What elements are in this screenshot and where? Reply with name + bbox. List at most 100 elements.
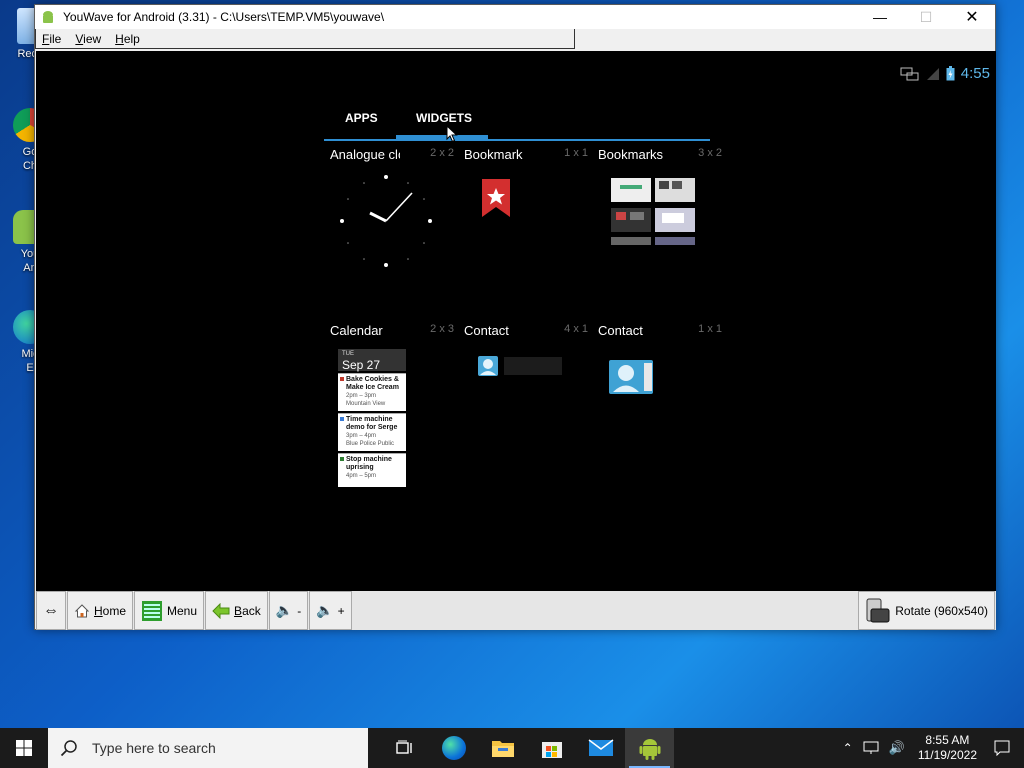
calendar-event: Time machine demo for Serge 3pm – 4pm Bl… (338, 413, 406, 451)
calendar-event: Stop machine uprising 4pm – 5pm (338, 453, 406, 487)
back-arrow-icon (212, 602, 230, 619)
tab-selected-indicator (396, 135, 488, 140)
menu-help[interactable]: Help (115, 32, 140, 46)
resize-arrows-button[interactable]: ⇔ (36, 591, 66, 630)
volume-up-label: + (337, 603, 345, 618)
mail-icon (588, 739, 613, 756)
menu-file[interactable]: File (42, 32, 61, 46)
menu-bar: File View Help (35, 29, 575, 49)
close-button[interactable]: ✕ (949, 5, 995, 29)
clock-icon (340, 175, 432, 267)
taskbar-search[interactable] (48, 728, 368, 768)
network-icon (900, 67, 919, 80)
back-button[interactable]: Back (205, 591, 268, 630)
event-place: Mountain View (346, 401, 386, 407)
android-icon (43, 11, 53, 23)
widget-calendar[interactable]: Calendar 2 x 3 TUE Sep 27 Bake Cookies &… (330, 323, 464, 487)
signal-icon (926, 67, 939, 80)
taskbar-edge[interactable] (429, 728, 478, 768)
speaker-icon: 🔈 (316, 602, 334, 618)
taskbar-file-explorer[interactable] (478, 728, 527, 768)
event-time: 4pm – 5pm (346, 473, 377, 479)
search-input[interactable] (92, 740, 342, 756)
widget-contact-4x1[interactable]: Contact 4 x 1 (464, 323, 598, 423)
windows-logo-icon (16, 740, 32, 756)
widget-size: 3 x 2 (698, 147, 722, 159)
task-view-button[interactable] (380, 728, 429, 768)
calendar-preview: TUE Sep 27 Bake Cookies & Make Ice Cream… (338, 349, 406, 487)
widget-name: Contact (598, 323, 643, 338)
widget-name: Calendar (330, 323, 383, 338)
clock-date: 11/19/2022 (917, 748, 977, 762)
back-label: Back (234, 603, 261, 618)
folder-icon (491, 741, 514, 757)
widget-size: 1 x 1 (698, 323, 722, 335)
maximize-button[interactable]: ☐ (903, 5, 949, 29)
calendar-header: TUE Sep 27 (338, 349, 406, 372)
event-time: 2pm – 3pm (346, 393, 377, 399)
search-icon (60, 740, 77, 757)
taskbar-clock[interactable]: 8:55 AM 11/19/2022 (918, 733, 977, 763)
widget-bookmark[interactable]: Bookmark 1 x 1 (464, 147, 598, 277)
taskbar: ⌃ 🔊 8:55 AM 11/19/2022 (0, 728, 1024, 768)
calendar-date: Sep 27 (342, 358, 381, 372)
event-title: Time machine demo for Serge (346, 416, 398, 431)
contact-icon (609, 360, 653, 394)
clock-time: 8:55 AM (925, 733, 970, 747)
event-place: Blue Police Public (346, 441, 395, 447)
volume-down-label: - (297, 603, 302, 618)
android-icon (639, 739, 660, 760)
volume-up-button[interactable]: 🔈 + (309, 591, 352, 630)
rotate-button[interactable]: Rotate (960x540) (858, 591, 995, 630)
start-button[interactable] (0, 728, 48, 768)
task-view-icon (395, 740, 412, 754)
widget-analogue-clock[interactable]: Analogue clo 2 x 2 (330, 147, 464, 277)
battery-icon (946, 66, 955, 81)
rotate-device-icon (866, 598, 890, 622)
contact-strip-icon (478, 356, 562, 376)
widget-contact-1x1[interactable]: Contact 1 x 1 (598, 323, 732, 423)
youwave-window: YouWave for Android (3.31) - C:\Users\TE… (34, 4, 996, 630)
menu-button[interactable]: Menu (134, 591, 205, 630)
volume-icon[interactable]: 🔊 (889, 740, 905, 756)
widget-size: 2 x 2 (430, 147, 454, 159)
taskbar-store[interactable] (527, 728, 576, 768)
mouse-cursor-icon (446, 125, 458, 143)
widget-name: Bookmarks (598, 147, 664, 162)
menu-label: Menu (167, 603, 198, 618)
rotate-label: Rotate (960x540) (895, 603, 988, 618)
store-icon (541, 742, 562, 758)
resize-arrows-icon: ⇔ (43, 601, 59, 619)
volume-down-button[interactable]: 🔈 - (268, 591, 309, 630)
edge-icon (441, 736, 466, 760)
home-label: Home (94, 603, 127, 618)
title-bar[interactable]: YouWave for Android (3.31) - C:\Users\TE… (35, 5, 995, 29)
widget-bookmarks[interactable]: Bookmarks 3 x 2 (598, 147, 732, 277)
tab-apps[interactable]: APPS (345, 111, 378, 125)
taskbar-mail[interactable] (576, 728, 625, 768)
status-bar: 4:55 (900, 65, 990, 82)
network-icon[interactable] (863, 741, 879, 755)
notification-icon[interactable] (994, 740, 1010, 756)
widget-name: Bookmark (464, 147, 523, 162)
widget-tabs: APPS WIDGETS (324, 103, 710, 141)
tab-widgets[interactable]: WIDGETS (416, 111, 472, 125)
home-button[interactable]: Home (67, 591, 134, 630)
widget-name: Analogue clo (330, 147, 400, 162)
minimize-button[interactable]: — (857, 5, 903, 29)
android-screen[interactable]: 4:55 APPS WIDGETS Analogue clo 2 x 2 Boo… (36, 51, 996, 591)
taskbar-youwave[interactable] (625, 728, 674, 768)
event-title: Stop machine uprising (346, 456, 392, 471)
widget-size: 2 x 3 (430, 323, 454, 335)
system-tray: ⌃ 🔊 8:55 AM 11/19/2022 (838, 728, 1024, 768)
home-icon (74, 603, 90, 617)
widget-size: 1 x 1 (564, 147, 588, 159)
menu-view[interactable]: View (75, 32, 101, 46)
widget-name: Contact (464, 323, 509, 338)
chevron-up-icon[interactable]: ⌃ (843, 741, 853, 755)
calendar-dow: TUE (342, 351, 354, 357)
widget-size: 4 x 1 (564, 323, 588, 335)
event-title: Bake Cookies & Make Ice Cream (346, 376, 399, 391)
status-time: 4:55 (960, 65, 990, 82)
bookmark-icon (482, 179, 510, 217)
